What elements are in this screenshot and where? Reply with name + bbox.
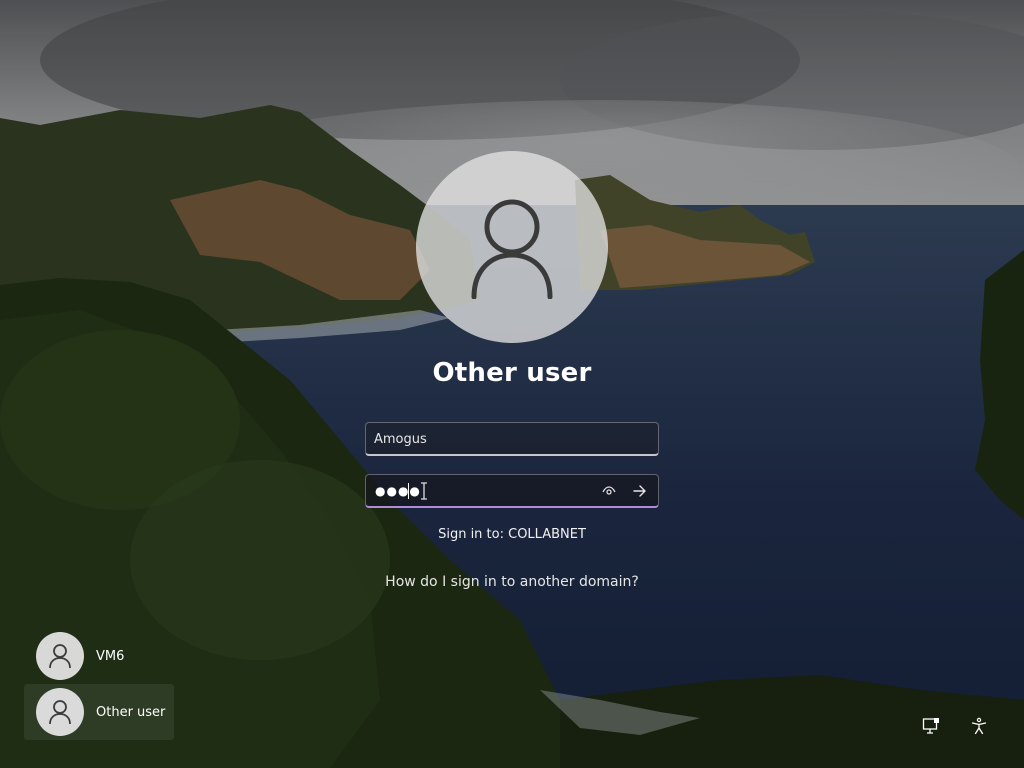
submit-button[interactable]: [628, 481, 652, 501]
person-icon: [471, 199, 553, 299]
reveal-password-button[interactable]: [598, 481, 620, 501]
text-caret: [408, 483, 409, 499]
person-icon: [49, 700, 71, 725]
eye-icon: [602, 486, 616, 495]
network-button[interactable]: [919, 714, 943, 738]
username-field[interactable]: [365, 422, 659, 456]
avatar: [36, 632, 84, 680]
user-tile-label: VM6: [96, 648, 125, 664]
password-field[interactable]: ●●●●: [365, 474, 659, 508]
network-icon: [922, 718, 939, 734]
domain-help-link[interactable]: How do I sign in to another domain?: [312, 574, 712, 590]
user-tile-label: Other user: [96, 704, 166, 720]
text-cursor-icon: [421, 482, 427, 500]
username-input[interactable]: [374, 423, 594, 455]
accessibility-button[interactable]: [967, 714, 991, 738]
password-mask[interactable]: ●●●●: [375, 484, 421, 498]
avatar: [36, 688, 84, 736]
person-icon: [49, 644, 71, 669]
arrow-right-icon: [633, 485, 646, 497]
user-avatar: [416, 151, 608, 343]
user-display-name: Other user: [432, 358, 592, 388]
user-tile-vm6[interactable]: VM6: [24, 628, 174, 684]
accessibility-icon: [971, 717, 987, 735]
user-tile-other-user[interactable]: Other user: [24, 684, 174, 740]
sign-in-domain-label: Sign in to: COLLABNET: [438, 527, 586, 542]
